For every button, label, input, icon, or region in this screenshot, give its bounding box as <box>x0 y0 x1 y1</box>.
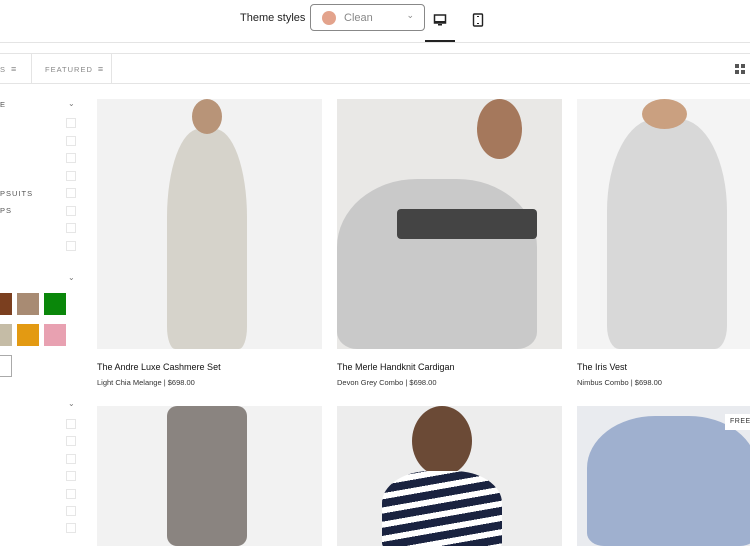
filter-checkbox[interactable] <box>66 118 76 128</box>
filter-checkbox[interactable] <box>66 188 76 198</box>
filter-checkbox[interactable] <box>66 489 76 499</box>
sort-icon: ≡ <box>97 64 105 74</box>
product-title[interactable]: The Merle Handknit Cardigan <box>337 362 455 372</box>
color-swatch-green[interactable] <box>44 293 66 315</box>
filter-label: S <box>0 64 7 74</box>
active-device-indicator <box>425 40 455 42</box>
chevron-down-icon[interactable]: ⌄ <box>68 399 75 408</box>
product-image[interactable] <box>97 406 322 546</box>
filter-checkbox[interactable] <box>66 454 76 464</box>
theme-style-select[interactable]: Clean ⌄ <box>310 4 425 31</box>
product-image[interactable] <box>577 99 750 349</box>
editor-topbar: Theme styles Clean ⌄ <box>0 0 750 43</box>
product-image[interactable] <box>337 99 562 349</box>
filter-checkbox[interactable] <box>66 153 76 163</box>
filter-checkbox[interactable] <box>66 206 76 216</box>
filter-button[interactable]: S ≡ <box>0 54 32 84</box>
filter-option[interactable]: PS <box>0 206 12 215</box>
filter-checkbox[interactable] <box>66 171 76 181</box>
filter-checkbox[interactable] <box>66 223 76 233</box>
product-image[interactable] <box>337 406 562 546</box>
product-subtitle: Devon Grey Combo | $698.00 <box>337 378 437 387</box>
filter-option[interactable]: PSUITS <box>0 189 33 198</box>
color-swatch-pink[interactable] <box>44 324 66 346</box>
sort-label: FEATURED <box>45 64 93 74</box>
chevron-down-icon[interactable]: ⌄ <box>68 273 75 282</box>
theme-style-value: Clean <box>344 11 373 24</box>
color-swatch-beige[interactable] <box>0 324 12 346</box>
free-badge: FREE <box>725 414 750 430</box>
theme-styles-label: Theme styles <box>240 12 306 24</box>
color-swatch-orange[interactable] <box>17 324 39 346</box>
color-swatch-tan[interactable] <box>17 293 39 315</box>
desktop-view-icon[interactable] <box>433 13 447 27</box>
filter-checkbox[interactable] <box>66 471 76 481</box>
color-swatch-brown[interactable] <box>0 293 12 315</box>
product-title[interactable]: The Andre Luxe Cashmere Set <box>97 362 221 372</box>
sort-button[interactable]: FEATURED ≡ <box>32 54 112 84</box>
product-image[interactable] <box>97 99 322 349</box>
collection-toolbar: S ≡ FEATURED ≡ <box>0 53 750 84</box>
chevron-down-icon: ⌄ <box>406 10 414 20</box>
filter-section-title: E <box>0 100 7 109</box>
filter-checkbox[interactable] <box>66 136 76 146</box>
product-subtitle: Nimbus Combo | $698.00 <box>577 378 662 387</box>
filter-checkbox[interactable] <box>66 419 76 429</box>
filter-checkbox[interactable] <box>66 241 76 251</box>
grid-view-icon[interactable] <box>735 64 745 74</box>
filter-checkbox[interactable] <box>66 506 76 516</box>
filter-checkbox[interactable] <box>66 436 76 446</box>
product-subtitle: Light Chia Melange | $698.00 <box>97 378 195 387</box>
product-title[interactable]: The Iris Vest <box>577 362 627 372</box>
color-swatch-white[interactable] <box>0 355 12 377</box>
chevron-down-icon[interactable]: ⌄ <box>68 99 75 108</box>
filter-checkbox[interactable] <box>66 523 76 533</box>
filter-icon: ≡ <box>11 64 18 74</box>
theme-color-dot <box>322 10 336 25</box>
mobile-view-icon[interactable] <box>471 13 485 27</box>
